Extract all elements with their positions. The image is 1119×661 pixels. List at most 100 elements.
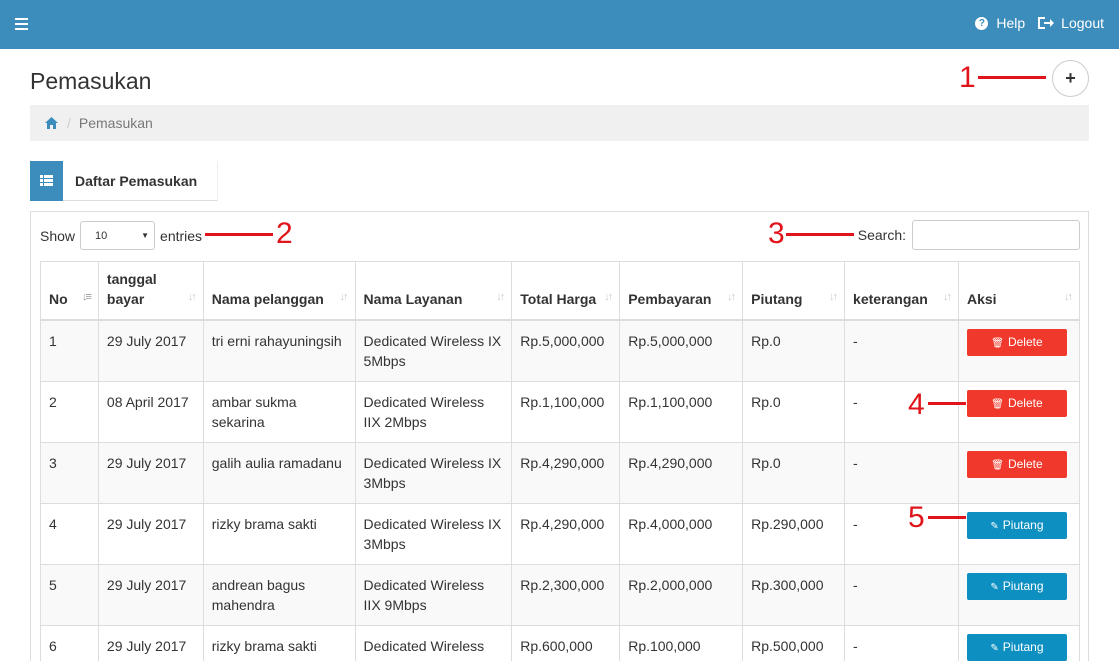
sort-icon: ↓↑ (1064, 290, 1073, 303)
cell-piutang: Rp.290,000 (742, 502, 846, 565)
search-label: Search: (857, 227, 906, 243)
button-label: Delete (1007, 456, 1043, 471)
pemasukan-table: No ↓≡ tanggal bayar ↓↑ Nama pelanggan ↓↑ Na… (40, 261, 1081, 661)
cell-tanggal: 29 July 2017 (97, 441, 204, 504)
breadcrumb-current: Pemasukan (78, 115, 153, 131)
cell-keterangan: - (844, 441, 959, 504)
cell-nama: ambar sukma sekarina (202, 380, 356, 443)
column-header-total[interactable]: Total Harga ↓↑ (511, 261, 621, 321)
annotation-line-1 (978, 76, 1046, 79)
trash-icon: 🗑 (991, 337, 1004, 349)
cell-pembayaran: Rp.4,000,000 (619, 502, 744, 565)
cell-piutang: Rp.0 (742, 441, 846, 504)
piutang-button[interactable]: ✎ Piutang (966, 511, 1067, 539)
help-label: Help (996, 15, 1026, 31)
table-row: 1 29 July 2017 tri erni rahayuningsih Dedic… (40, 319, 1081, 382)
delete-button[interactable]: 🗑 Delete (966, 389, 1067, 417)
cell-nama: rizky brama sakti (202, 624, 356, 661)
table-row: 3 29 July 2017 galih aulia ramadanu Dedicat… (40, 441, 1081, 504)
trash-icon: 🗑 (991, 459, 1004, 471)
cell-keterangan: - (844, 380, 959, 443)
sort-icon: ↓↑ (339, 290, 349, 303)
cell-tanggal: 29 July 2017 (97, 319, 204, 382)
logout-label: Logout (1061, 15, 1104, 31)
select-arrow-icon: ▼ (141, 231, 150, 240)
cell-aksi: ✎ Piutang (957, 563, 1081, 626)
cell-aksi: 🗑 Delete (957, 319, 1081, 382)
button-label: Delete (1007, 395, 1043, 410)
column-header-layanan[interactable]: Nama Layanan ↓↑ (354, 261, 513, 321)
annotation-line-5 (928, 516, 966, 519)
search-input[interactable] (912, 220, 1080, 250)
cell-aksi: 🗑 Delete (957, 441, 1081, 504)
cell-no: 6 (40, 624, 99, 661)
cell-aksi: 🗑 Delete (957, 380, 1081, 443)
cell-layanan: Dedicated Wireless IX 5Mbps (354, 319, 513, 382)
button-label: Piutang (1002, 639, 1044, 654)
cell-no: 5 (40, 563, 99, 626)
help-link[interactable]: ? Help (975, 15, 1025, 31)
sort-asc-icon: ↓≡ (81, 290, 92, 303)
column-header-keterangan[interactable]: keterangan ↓↑ (844, 261, 959, 321)
annotation-5: 5 (908, 501, 925, 534)
column-header-tanggal[interactable]: tanggal bayar ↓↑ (97, 261, 204, 321)
piutang-button[interactable]: ✎ Piutang (966, 572, 1067, 600)
column-header-nama[interactable]: Nama pelanggan ↓↑ (202, 261, 356, 321)
button-label: Piutang (1002, 578, 1044, 593)
sort-icon: ↓↑ (829, 290, 838, 303)
cell-total: Rp.600,000 (511, 624, 621, 661)
annotation-1: 1 (959, 61, 976, 94)
cell-pembayaran: Rp.2,000,000 (619, 563, 744, 626)
cell-keterangan: - (844, 502, 959, 565)
navbar-right: ? Help Logout (963, 15, 1104, 31)
cell-pembayaran: Rp.4,290,000 (619, 441, 744, 504)
entries-label: entries (160, 227, 203, 244)
delete-button[interactable]: 🗑 Delete (966, 450, 1067, 478)
cell-tanggal: 29 July 2017 (97, 563, 204, 626)
cell-tanggal: 29 July 2017 (97, 502, 204, 565)
delete-button[interactable]: 🗑 Delete (966, 328, 1067, 356)
cell-layanan: Dedicated Wireless IIX 2Mbps (354, 380, 513, 443)
page-title: Pemasukan (30, 68, 152, 94)
show-label: Show (40, 227, 76, 244)
panel-tab: Daftar Pemasukan (30, 160, 219, 201)
home-icon[interactable] (45, 117, 58, 129)
cell-nama: galih aulia ramadanu (202, 441, 356, 504)
cell-tanggal: 08 April 2017 (97, 380, 204, 443)
cell-aksi: ✎ Piutang (957, 624, 1081, 661)
cell-layanan: Dedicated Wireless IIX 9Mbps (354, 563, 513, 626)
annotation-4: 4 (908, 388, 925, 421)
add-button[interactable]: + (1052, 60, 1089, 97)
annotation-2: 2 (276, 217, 293, 250)
cell-total: Rp.1,100,000 (511, 380, 621, 443)
column-header-piutang[interactable]: Piutang ↓↑ (742, 261, 846, 321)
annotation-line-4 (928, 402, 966, 405)
breadcrumb: / Pemasukan (30, 105, 1089, 141)
cell-nama: andrean bagus mahendra (202, 563, 356, 626)
cell-total: Rp.4,290,000 (511, 441, 621, 504)
cell-no: 4 (40, 502, 99, 565)
cell-piutang: Rp.300,000 (742, 563, 846, 626)
cell-tanggal: 29 July 2017 (97, 624, 204, 661)
logout-link[interactable]: Logout (1037, 15, 1104, 31)
piutang-button[interactable]: ✎ Piutang (966, 633, 1067, 661)
edit-icon: ✎ (990, 642, 999, 654)
button-label: Piutang (1002, 517, 1044, 532)
page-length-select[interactable]: 10 ▼ (80, 221, 156, 250)
cell-nama: tri erni rahayuningsih (202, 319, 356, 382)
logout-icon (1038, 17, 1055, 29)
cell-pembayaran: Rp.1,100,000 (619, 380, 744, 443)
hamburger-menu-icon[interactable] (15, 18, 28, 30)
button-label: Delete (1007, 334, 1043, 349)
sort-icon: ↓↑ (496, 290, 505, 303)
column-header-aksi[interactable]: Aksi ↓↑ (957, 261, 1081, 321)
data-panel: Show 10 ▼ entries Search: No ↓≡ tanggal b… (30, 211, 1089, 661)
column-header-pembayaran[interactable]: Pembayaran ↓↑ (619, 261, 744, 321)
cell-keterangan: - (844, 319, 959, 382)
cell-total: Rp.4,290,000 (511, 502, 621, 565)
cell-no: 1 (40, 319, 99, 382)
column-header-no[interactable]: No ↓≡ (40, 261, 99, 321)
annotation-3: 3 (768, 217, 785, 250)
page-length-value: 10 (95, 230, 108, 242)
search-control: Search: (858, 220, 1080, 250)
